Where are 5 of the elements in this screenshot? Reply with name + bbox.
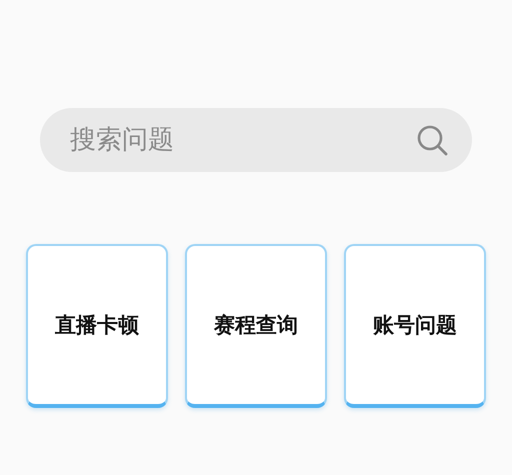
search-field[interactable]: 搜索问题 xyxy=(40,108,472,172)
category-button[interactable]: 直播卡顿 xyxy=(26,244,168,408)
search-icon xyxy=(416,124,448,156)
category-button[interactable]: 赛程查询 xyxy=(185,244,327,408)
category-button[interactable]: 账号问题 xyxy=(344,244,486,408)
